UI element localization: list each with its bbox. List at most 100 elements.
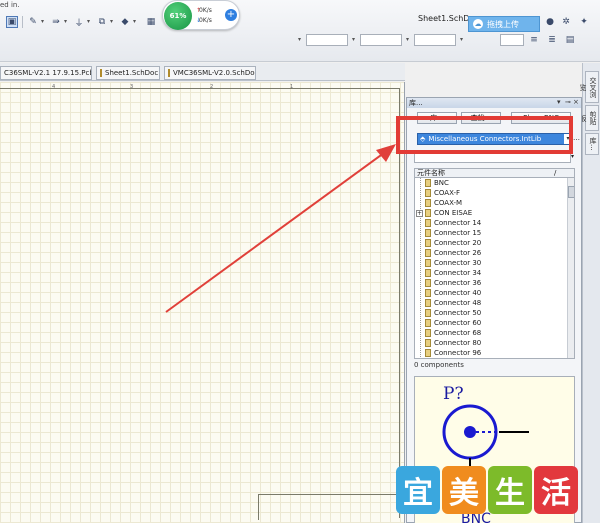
component-icon (425, 229, 431, 237)
tab-sheet1-schdoc[interactable]: Sheet1.SchDoc (96, 66, 160, 80)
library-panel: 库... ▾ ⊸ × 库... 查找... Place BNC ⬘ Miscel… (406, 97, 582, 523)
schematic-canvas[interactable]: 4 3 2 1 (0, 82, 405, 523)
sort-icon[interactable]: / (554, 169, 556, 177)
edit-filter-icon[interactable]: ✎ (27, 16, 39, 28)
list-item[interactable]: Connector 30 (415, 258, 565, 268)
component-icon (425, 319, 431, 327)
tab-label: VMC36SML-V2.0.SchDoc (173, 69, 256, 77)
chevron-down-icon[interactable]: ▾ (87, 18, 90, 25)
settings-icon[interactable]: ✲ (560, 16, 572, 28)
component-icon (425, 259, 431, 267)
sort-icon[interactable]: ≣ (546, 34, 558, 46)
schematic-doc-icon (100, 69, 102, 77)
watermark-tile: 活 (534, 466, 578, 514)
list-item[interactable]: Connector 60 (415, 318, 565, 328)
list-item[interactable]: Connector 96 (415, 348, 565, 358)
component-icon (425, 219, 431, 227)
sheet-border (0, 88, 400, 518)
browse-icon[interactable]: … (573, 134, 580, 142)
toolbar-separator (22, 16, 23, 28)
component-list[interactable]: BNC COAX-F COAX-M + CON EISAE Connector 1… (414, 178, 575, 359)
chevron-down-icon[interactable]: ▾ (571, 153, 574, 160)
chevron-down-icon[interactable]: ▾ (133, 18, 136, 25)
list-item[interactable]: Connector 36 (415, 278, 565, 288)
window-title: Sheet1.SchD (418, 14, 470, 23)
chevron-down-icon[interactable]: ▾ (352, 36, 355, 43)
filter-input[interactable] (414, 150, 571, 163)
pin-icon[interactable]: ⊸ (565, 98, 571, 106)
pin-icon[interactable]: ✦ (578, 16, 590, 28)
zoom-fit-icon[interactable]: ▣ (6, 16, 18, 28)
title-block (258, 494, 400, 520)
side-panel-tabs: 交叉浏览 剪贴板 库... (579, 63, 600, 523)
download-speed: 0K/s (199, 17, 212, 24)
library-select-value: Miscellaneous Connectors.IntLib (428, 135, 542, 143)
chevron-down-icon[interactable]: ▾ (41, 18, 44, 25)
component-icon (425, 299, 431, 307)
grid-icon[interactable]: ▦ (145, 16, 157, 28)
ruler-mark: 4 (52, 84, 56, 90)
list-item[interactable]: Connector 40 (415, 288, 565, 298)
chevron-down-icon[interactable]: ▾ (557, 98, 561, 106)
list-item[interactable]: Connector 50 (415, 308, 565, 318)
list-scrollbar[interactable] (567, 178, 574, 358)
go-forward-icon[interactable]: ● (544, 16, 556, 28)
drag-upload-button[interactable]: ☁ 拖拽上传 (468, 16, 540, 32)
chevron-down-icon[interactable]: ▾ (564, 134, 572, 144)
list-item[interactable]: Connector 14 (415, 218, 565, 228)
upload-speed: 0K/s (199, 7, 212, 14)
list-item[interactable]: Connector 20 (415, 238, 565, 248)
list-item[interactable]: + CON EISAE (415, 208, 565, 218)
list-item[interactable]: BNC (415, 178, 565, 188)
status-text: ed in. (0, 1, 20, 9)
component-icon (425, 249, 431, 257)
component-icon (425, 339, 431, 347)
place-button[interactable]: Place BNC (511, 112, 571, 124)
chevron-down-icon[interactable]: ▾ (460, 36, 463, 43)
tab-vmc-schdoc[interactable]: VMC36SML-V2.0.SchDoc (164, 66, 256, 80)
schematic-doc-icon (168, 69, 170, 77)
list-item[interactable]: Connector 48 (415, 298, 565, 308)
component-icon (425, 279, 431, 287)
chevron-down-icon[interactable]: ▾ (406, 36, 409, 43)
filter-combo-2[interactable] (360, 34, 402, 46)
component-name-header[interactable]: 元件名称 / (414, 168, 575, 178)
list-item[interactable]: COAX-F (415, 188, 565, 198)
side-tab-library[interactable]: 库... (585, 133, 599, 155)
watermark-tile: 美 (442, 466, 486, 514)
filter-combo-1[interactable] (306, 34, 348, 46)
filter-combo-3[interactable] (414, 34, 456, 46)
chevron-down-icon[interactable]: ▾ (298, 36, 301, 43)
options-icon[interactable]: ▤ (564, 34, 576, 46)
library-select[interactable]: ⬘ Miscellaneous Connectors.IntLib ▾ (417, 133, 572, 145)
tab-pcb-doc[interactable]: C36SML-V2.1 17.9.15.PcbDoc (0, 66, 92, 80)
list-icon[interactable]: ≡ (528, 34, 540, 46)
side-tab-clipboard[interactable]: 剪贴板 (579, 105, 599, 131)
list-item[interactable]: Connector 26 (415, 248, 565, 258)
part-icon[interactable]: ⧉ (96, 16, 108, 28)
ruler-mark: 2 (210, 84, 214, 90)
close-icon[interactable]: × (573, 98, 579, 106)
ground-power-icon[interactable]: ⏚ (73, 16, 85, 29)
preview-designator: P? (443, 384, 464, 404)
component-icon (425, 349, 431, 357)
network-speed-widget[interactable]: 61% ↑ 0K/s ↓ 0K/s + (162, 0, 240, 30)
plus-icon[interactable]: + (225, 9, 237, 21)
filter-combo-4[interactable] (500, 34, 524, 46)
chevron-down-icon[interactable]: ▾ (110, 18, 113, 25)
list-item[interactable]: Connector 34 (415, 268, 565, 278)
port-icon[interactable]: ◆ (119, 16, 131, 28)
search-button[interactable]: 查找... (461, 112, 501, 124)
align-icon[interactable]: ⇛ (50, 16, 62, 28)
list-item[interactable]: Connector 68 (415, 328, 565, 338)
drag-upload-label: 拖拽上传 (487, 19, 519, 29)
list-item[interactable]: Connector 15 (415, 228, 565, 238)
component-icon (425, 199, 431, 207)
list-item[interactable]: Connector 80 (415, 338, 565, 348)
list-item[interactable]: COAX-M (415, 198, 565, 208)
chevron-down-icon[interactable]: ▾ (64, 18, 67, 25)
scroll-thumb[interactable] (568, 186, 574, 198)
side-tab-cross-browse[interactable]: 交叉浏览 (579, 71, 599, 103)
libraries-button[interactable]: 库... (417, 112, 457, 124)
expand-icon[interactable]: + (416, 209, 423, 217)
